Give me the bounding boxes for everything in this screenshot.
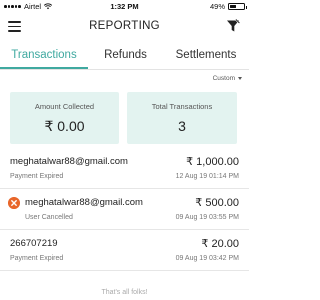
- reporting-screen: Airtel 1:32 PM 49% REPORTING Transaction…: [0, 0, 249, 300]
- status-bar: Airtel 1:32 PM 49%: [0, 0, 249, 12]
- transaction-customer: 266707219: [10, 238, 58, 249]
- amount-collected-card: Amount Collected ₹ 0.00: [10, 92, 119, 144]
- transaction-row[interactable]: 266707219 Payment Expired ₹ 20.00 09 Aug…: [0, 230, 249, 271]
- report-tabs: Transactions Refunds Settlements: [0, 42, 249, 70]
- date-range-value: Custom: [212, 75, 235, 82]
- transaction-customer: meghatalwar88@gmail.com: [25, 197, 143, 208]
- transaction-customer: meghatalwar88@gmail.com: [10, 156, 128, 167]
- cancel-x-icon: [8, 197, 20, 209]
- page-title: REPORTING: [89, 20, 160, 32]
- transaction-row[interactable]: meghatalwar88@gmail.com Payment Expired …: [0, 148, 249, 189]
- date-range-select[interactable]: Custom: [213, 75, 242, 82]
- status-right: 49%: [209, 2, 247, 11]
- end-of-list-note: That's all folks!: [101, 289, 148, 296]
- battery-fill: [230, 5, 237, 8]
- tab-refunds[interactable]: Refunds: [88, 42, 163, 69]
- transaction-amount: ₹ 500.00: [195, 197, 239, 209]
- total-transactions-card: Total Transactions 3: [127, 92, 237, 144]
- total-transactions-value: 3: [178, 118, 186, 134]
- funnel-filter-icon[interactable]: [226, 19, 240, 33]
- battery-icon: [228, 3, 247, 10]
- total-transactions-label: Total Transactions: [151, 102, 213, 111]
- amount-collected-label: Amount Collected: [34, 102, 95, 111]
- transaction-list: meghatalwar88@gmail.com Payment Expired …: [0, 148, 249, 271]
- tab-transactions[interactable]: Transactions: [0, 42, 88, 69]
- tab-settlements[interactable]: Settlements: [163, 42, 249, 69]
- app-header: REPORTING: [0, 13, 249, 41]
- transaction-status: Payment Expired: [10, 173, 64, 180]
- chevron-down-icon: [238, 77, 242, 80]
- transaction-row[interactable]: meghatalwar88@gmail.com User Cancelled ₹…: [0, 189, 249, 230]
- transaction-status: Payment Expired: [10, 255, 64, 262]
- transaction-amount: ₹ 20.00: [201, 238, 239, 250]
- amount-collected-value: ₹ 0.00: [44, 118, 85, 134]
- battery-percent: 49%: [209, 2, 225, 11]
- transaction-amount: ₹ 1,000.00: [186, 156, 239, 168]
- transaction-status: User Cancelled: [25, 214, 73, 221]
- transaction-date: 09 Aug 19 03:42 PM: [175, 255, 239, 262]
- transaction-date: 09 Aug 19 03:55 PM: [175, 214, 239, 221]
- transaction-date: 12 Aug 19 01:14 PM: [175, 173, 239, 180]
